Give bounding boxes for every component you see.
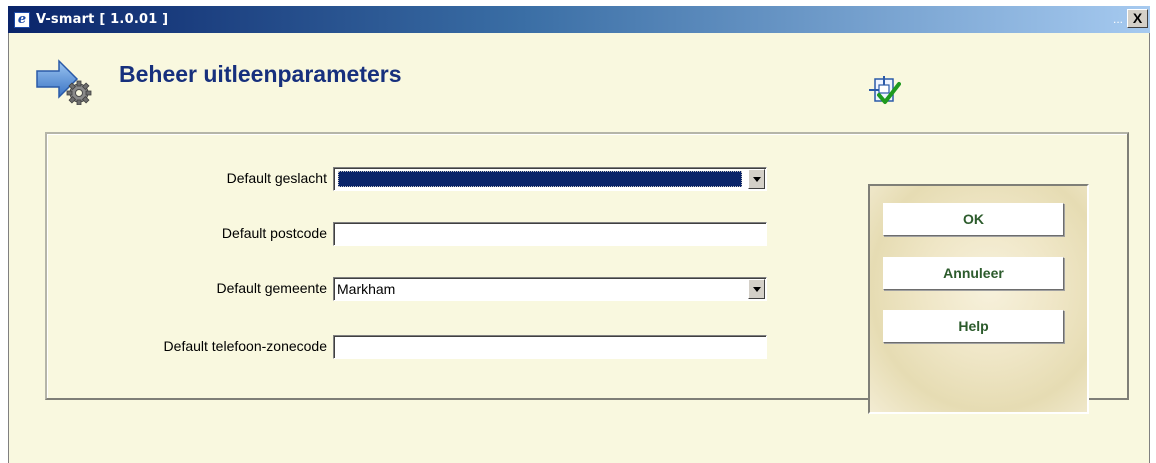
geslacht-label: Default geslacht: [226, 170, 327, 186]
form-row-geslacht: Default geslacht: [47, 166, 807, 192]
telefoon-label: Default telefoon-zonecode: [163, 338, 327, 354]
help-button[interactable]: Help: [883, 310, 1064, 343]
postcode-label: Default postcode: [221, 225, 327, 241]
save-checkmark-icon[interactable]: [867, 76, 901, 106]
page-title: Beheer uitleenparameters: [119, 61, 402, 87]
form-row-gemeente: Default gemeente Markham: [47, 276, 807, 302]
gear-arrow-icon: [36, 59, 92, 105]
gemeente-label: Default gemeente: [216, 280, 327, 296]
window-client-area: Beheer uitleenparameters Default geslach…: [8, 33, 1150, 463]
titlebar-dots: ...: [1112, 11, 1123, 26]
button-panel: OK Annuleer Help: [868, 184, 1089, 414]
form-row-telefoon: Default telefoon-zonecode: [47, 334, 807, 360]
app-icon: e: [14, 11, 30, 28]
chevron-down-icon[interactable]: [748, 279, 765, 299]
window-title: V-smart [ 1.0.01 ]: [36, 12, 169, 27]
gemeente-value: Markham: [337, 281, 396, 297]
form-row-postcode: Default postcode: [47, 221, 807, 247]
geslacht-select[interactable]: [333, 167, 767, 191]
chevron-down-icon[interactable]: [748, 169, 765, 189]
ok-button[interactable]: OK: [883, 203, 1064, 236]
select-highlight: [338, 171, 742, 187]
window-titlebar: e V-smart [ 1.0.01 ] ... X: [8, 6, 1150, 33]
close-button[interactable]: X: [1127, 9, 1148, 28]
form-panel: Default geslacht Default postcode Defaul…: [45, 132, 1129, 414]
gemeente-select[interactable]: Markham: [333, 277, 767, 301]
postcode-input[interactable]: [333, 222, 767, 246]
cancel-button[interactable]: Annuleer: [883, 257, 1064, 290]
telefoon-zonecode-input[interactable]: [333, 335, 767, 359]
